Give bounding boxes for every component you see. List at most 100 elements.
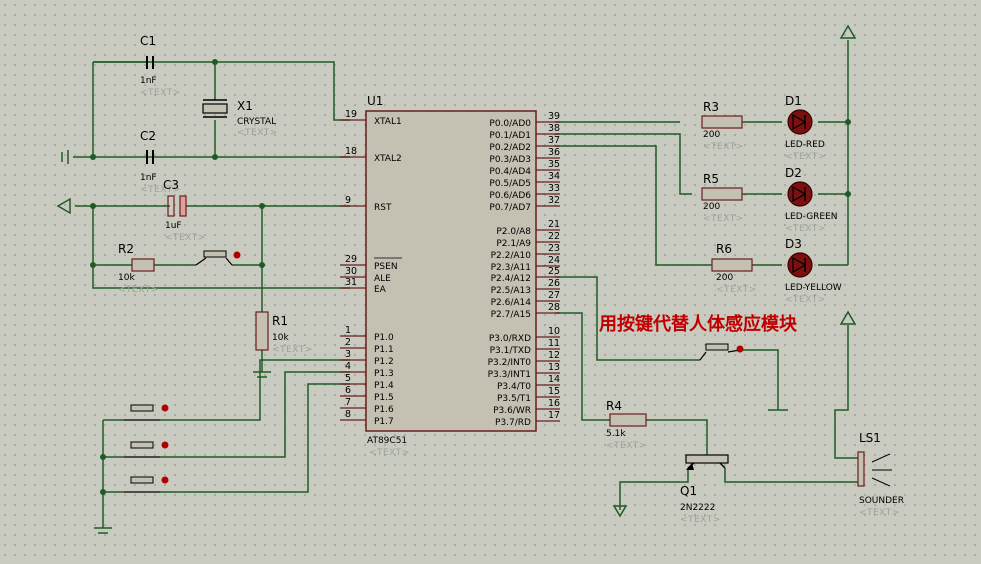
pin-number: 3 <box>345 349 351 360</box>
ls1-text: <TEXT> <box>859 508 900 518</box>
pin-name: P3.0/RXD <box>489 334 531 344</box>
r3-value: 200 <box>703 130 720 140</box>
r6-ref: R6 <box>716 242 732 256</box>
pin-number: 33 <box>548 183 560 194</box>
pin-name: P0.3/AD3 <box>489 155 531 165</box>
pin-name: P3.1/TXD <box>490 346 531 356</box>
c3-value: 1uF <box>165 221 182 231</box>
pin-number: 14 <box>548 374 560 385</box>
pin-name: P0.0/AD0 <box>489 119 531 129</box>
pin-number: 16 <box>548 398 560 409</box>
d2-ref: D2 <box>785 166 802 180</box>
pin-number: 15 <box>548 386 560 397</box>
r6-value: 200 <box>716 273 733 283</box>
r1-ref: R1 <box>272 314 288 328</box>
pin-number: 4 <box>345 361 351 372</box>
d1-value: LED-RED <box>785 140 825 150</box>
pin-name: P2.6/A14 <box>491 298 532 308</box>
d3-value: LED-YELLOW <box>785 283 842 293</box>
pin-name: P3.3/INT1 <box>488 370 531 380</box>
r2-ref: R2 <box>118 242 134 256</box>
c2-ref: C2 <box>140 129 156 143</box>
pin-name: P1.4 <box>374 381 394 391</box>
pin-number: 26 <box>548 278 560 289</box>
pin-name: PSEN <box>374 262 398 272</box>
d1-text: <TEXT> <box>785 152 826 162</box>
pin-name: P2.7/A15 <box>491 310 531 320</box>
pin-name: P2.2/A10 <box>491 251 532 261</box>
pin-number: 9 <box>345 195 351 206</box>
ls1-ref: LS1 <box>859 431 881 445</box>
pin-number: 1 <box>345 325 351 336</box>
pin-number: 18 <box>345 146 357 157</box>
pin-number: 19 <box>345 109 357 120</box>
schematic-sheet[interactable]: 19 XTAL1 18 XTAL2 9 RST 29 PSEN 30 ALE 31 EA 1 P1.0 2 P… <box>0 0 981 560</box>
pin-name: P1.1 <box>374 345 394 355</box>
pin-name: P3.5/T1 <box>497 394 531 404</box>
r5-text: <TEXT> <box>703 214 744 224</box>
pin-name: RST <box>374 203 392 213</box>
d3-ref: D3 <box>785 237 802 251</box>
u1-ref: U1 <box>367 94 383 108</box>
pin-name: XTAL2 <box>374 154 402 164</box>
pin-name: XTAL1 <box>374 117 402 127</box>
pin-number: 12 <box>548 350 560 361</box>
schematic-canvas[interactable]: 19 XTAL1 18 XTAL2 9 RST 29 PSEN 30 ALE 31 EA 1 P1.0 2 P… <box>0 0 981 560</box>
r6-text: <TEXT> <box>716 285 757 295</box>
d1-ref: D1 <box>785 94 802 108</box>
pin-name: P1.3 <box>374 369 394 379</box>
d2-text: <TEXT> <box>785 224 826 234</box>
r3-ref: R3 <box>703 100 719 114</box>
pin-number: 31 <box>345 277 357 288</box>
r3-text: <TEXT> <box>703 142 744 152</box>
pin-number: 29 <box>345 254 357 265</box>
pin-name: P0.7/AD7 <box>489 203 531 213</box>
r4-text: <TEXT> <box>606 441 647 451</box>
pin-number: 25 <box>548 266 560 277</box>
pin-name: P0.1/AD1 <box>489 131 531 141</box>
pin-name: P2.3/A11 <box>491 263 531 273</box>
r4-value: 5.1k <box>606 429 626 439</box>
pin-name: P0.5/AD5 <box>489 179 531 189</box>
pin-number: 34 <box>548 171 560 182</box>
pin-name: P2.0/A8 <box>496 227 531 237</box>
pin-number: 8 <box>345 409 351 420</box>
pin-number: 27 <box>548 290 560 301</box>
pin-name: P3.6/WR <box>493 406 531 416</box>
pin-number: 28 <box>548 302 560 313</box>
pin-name: P2.4/A12 <box>491 274 531 284</box>
c3-ref: C3 <box>163 178 179 192</box>
pin-number: 39 <box>548 111 560 122</box>
d2-value: LED-GREEN <box>785 212 838 222</box>
u1-chip[interactable]: 19 XTAL1 18 XTAL2 9 RST 29 PSEN 30 ALE 31 EA 1 P1.0 2 P… <box>340 94 560 458</box>
r1-text: <TEXT> <box>272 345 313 355</box>
pin-name: P3.2/INT0 <box>488 358 532 368</box>
x1-value: CRYSTAL <box>237 117 276 127</box>
pin-number: 10 <box>548 326 560 337</box>
pin-number: 22 <box>548 231 560 242</box>
u1-text: <TEXT> <box>369 448 410 458</box>
pin-name: P0.6/AD6 <box>489 191 531 201</box>
r2-text: <TEXT> <box>118 285 159 295</box>
pin-number: 6 <box>345 385 351 396</box>
r5-ref: R5 <box>703 172 719 186</box>
pin-name: P3.4/T0 <box>497 382 531 392</box>
r4-ref: R4 <box>606 399 622 413</box>
c1-ref: C1 <box>140 34 156 48</box>
r5-value: 200 <box>703 202 720 212</box>
annotation-label: 用按键代替人体感应模块 <box>599 313 798 335</box>
x1-text: <TEXT> <box>237 128 278 138</box>
x1-ref: X1 <box>237 99 253 113</box>
pin-name: P0.2/AD2 <box>489 143 531 153</box>
pin-number: 38 <box>548 123 560 134</box>
pin-number: 11 <box>548 338 560 349</box>
pin-number: 5 <box>345 373 351 384</box>
pin-name: P1.5 <box>374 393 394 403</box>
c1-text: <TEXT> <box>140 88 181 98</box>
pin-number: 13 <box>548 362 560 373</box>
r2-value: 10k <box>118 273 135 283</box>
c2-value: 1nF <box>140 173 157 183</box>
pin-number: 35 <box>548 159 560 170</box>
pin-number: 24 <box>548 255 560 266</box>
ls1-value: SOUNDER <box>859 496 904 506</box>
